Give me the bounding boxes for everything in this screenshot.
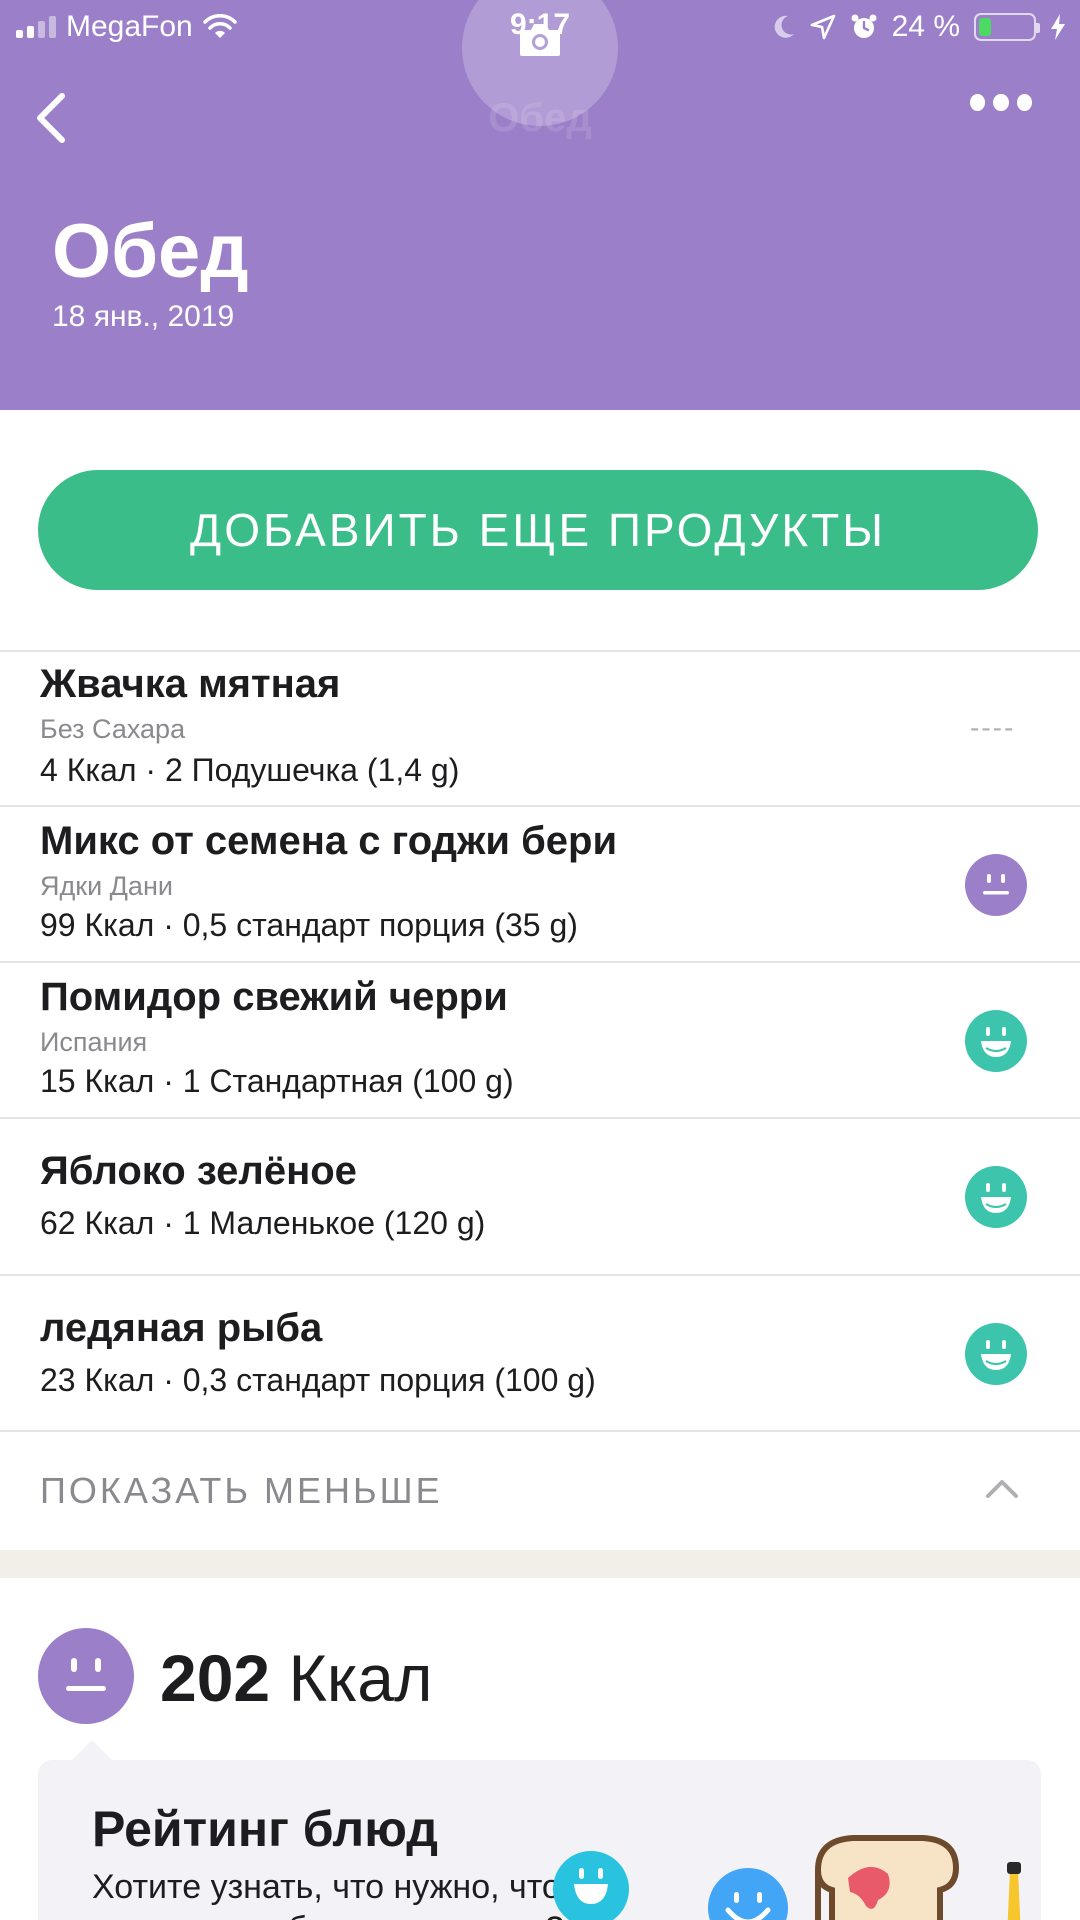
more-dot (1016, 93, 1032, 111)
list-item[interactable]: Жвачка мятная Без Сахара 4 Ккал · 2 Поду… (0, 652, 1080, 807)
moon-icon (774, 15, 794, 38)
camera-icon (520, 24, 560, 56)
list-item[interactable]: Помидор свежий черри Испания 15 Ккал · 1… (0, 963, 1080, 1118)
teal-happy-face-icon (553, 1851, 629, 1920)
food-kcal: 15 Ккал · 1 Стандартная (100 g) (40, 1063, 514, 1099)
happy-face-icon (965, 1166, 1027, 1228)
bolt-icon (1051, 14, 1065, 40)
food-kcal: 4 Ккал · 2 Подушечка (1,4 g) (40, 752, 460, 788)
card-pointer (70, 1740, 114, 1762)
meal-header: MegaFon 9:17 24 % (0, 0, 1080, 410)
list-item[interactable]: ледяная рыба 23 Ккал · 0,3 стандарт порц… (0, 1276, 1080, 1431)
more-options-button[interactable] (970, 90, 1032, 114)
food-kcal: 62 Ккал · 1 Маленькое (120 g) (40, 1205, 486, 1241)
more-dot (993, 93, 1009, 111)
alarm-icon (851, 14, 877, 38)
show-less-button[interactable]: ПОКАЗАТЬ МЕНЬШЕ (0, 1432, 1080, 1550)
total-calories: 202 Ккал (160, 1640, 432, 1716)
battery-icon (974, 13, 1040, 41)
food-name: ледяная рыба (40, 1306, 323, 1350)
total-calories-unit: Ккал (288, 1641, 433, 1715)
back-button[interactable] (28, 86, 78, 146)
chevron-left-icon (37, 93, 65, 143)
section-separator (0, 1550, 1080, 1578)
food-name: Помидор свежий черри (40, 975, 508, 1019)
add-more-products-button[interactable]: ДОБАВИТЬ ЕЩЕ ПРОДУКТЫ (38, 470, 1038, 590)
food-name: Яблоко зелёное (40, 1149, 357, 1193)
neutral-face-icon (38, 1628, 134, 1724)
food-brand: Испания (40, 1027, 148, 1057)
food-brand: Без Сахара (40, 714, 186, 744)
battery-percent: 24 % (891, 10, 960, 43)
food-brand: Ядки Дани (40, 871, 173, 901)
more-dot (970, 93, 986, 111)
show-less-label: ПОКАЗАТЬ МЕНЬШЕ (40, 1470, 443, 1511)
meal-date: 18 янв., 2019 (52, 300, 235, 333)
chevron-up-icon (986, 1480, 1018, 1498)
page-title: Обед (52, 209, 249, 294)
total-calories-value: 202 (160, 1641, 271, 1715)
battery-fill (979, 18, 992, 36)
location-arrow-icon (810, 14, 835, 40)
status-right: 24 % (772, 10, 1066, 44)
nav-title-faded: Обед (488, 96, 592, 140)
neutral-face-icon (965, 854, 1027, 916)
food-kcal: 99 Ккал · 0,5 стандарт порция (35 g) (40, 907, 578, 943)
list-item[interactable]: Микс от семена с годжи бери Ядки Дани 99… (0, 807, 1080, 962)
food-kcal: 23 Ккал · 0,3 стандарт порция (100 g) (40, 1362, 596, 1398)
happy-face-icon (965, 1323, 1027, 1385)
rating-none-indicator: ---- (970, 712, 1016, 743)
food-illustration-icon (708, 1835, 1021, 1920)
dish-rating-card[interactable]: Рейтинг блюд Хотите узнать, что нужно, ч… (38, 1760, 1041, 1920)
food-name: Жвачка мятная (40, 662, 341, 706)
list-item[interactable]: Яблоко зелёное 62 Ккал · 1 Маленькое (12… (0, 1119, 1080, 1274)
card-title: Рейтинг блюд (92, 1801, 438, 1857)
happy-face-icon (965, 1010, 1027, 1072)
food-name: Микс от семена с годжи бери (40, 819, 618, 863)
